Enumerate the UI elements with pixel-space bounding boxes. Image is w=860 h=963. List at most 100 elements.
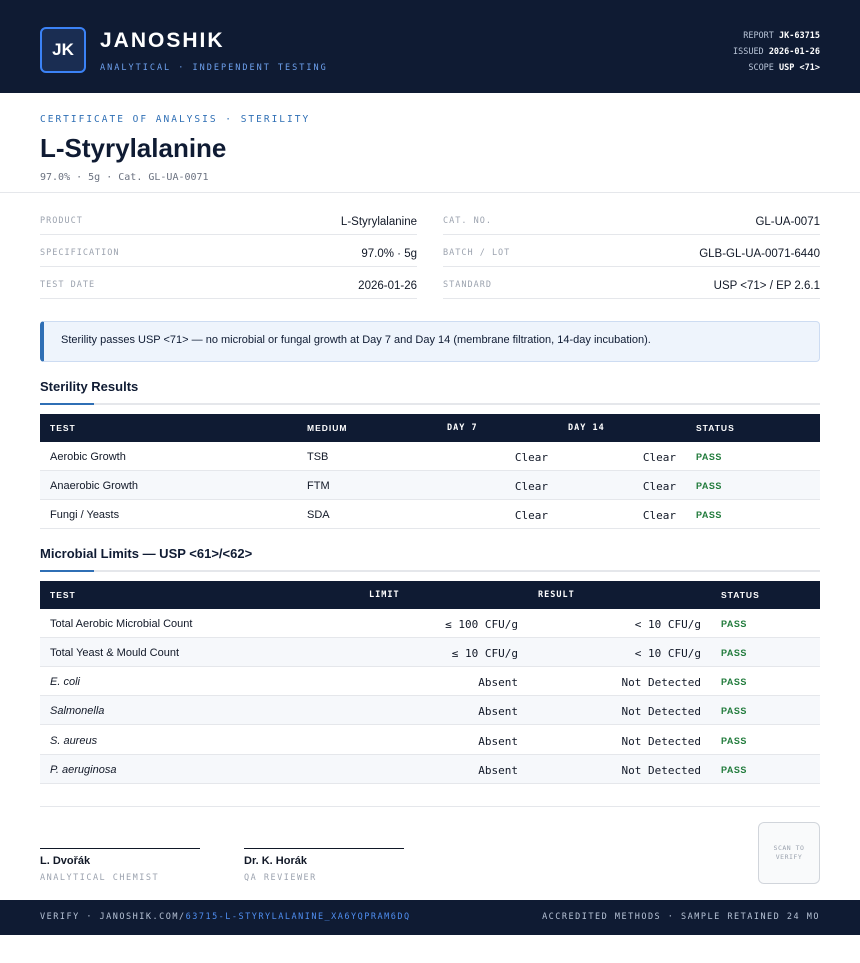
cell-day7: Clear	[514, 451, 548, 464]
verify-prefix: VERIFY · JANOSHIK.COM/	[40, 912, 186, 922]
verify-qr-code[interactable]: SCAN TO VERIFY	[758, 822, 820, 884]
scope-line: SCOPE USP <71>	[733, 60, 820, 76]
section-title-sterility: Sterility Results	[40, 379, 139, 394]
reviewer-name: Dr. K. Horák	[244, 855, 307, 867]
cell-result: Not Detected	[621, 705, 701, 718]
section-accent	[40, 570, 94, 572]
report-footer: VERIFY · JANOSHIK.COM/63715-L-STYRYLALAN…	[0, 900, 860, 935]
col-header-day7: DAY 7	[447, 423, 478, 433]
logo: JK	[40, 27, 86, 73]
table-row: Anaerobic Growth FTM Clear Clear PASS	[40, 471, 820, 500]
table-row: E. coli Absent Not Detected PASS	[40, 667, 820, 696]
col-header-result: RESULT	[538, 590, 575, 600]
cell-day14: Clear	[642, 451, 676, 464]
scope-value: USP <71>	[779, 63, 820, 73]
info-row-batch: BATCH / LOT GLB-GL-UA-0071-6440	[443, 235, 820, 267]
cell-test: Anaerobic Growth	[50, 480, 139, 492]
scope-label: SCOPE	[748, 63, 774, 73]
table-row: Salmonella Absent Not Detected PASS	[40, 696, 820, 725]
status-badge: PASS	[696, 481, 722, 491]
brand-name: JANOSHIK	[100, 29, 225, 52]
report-header: JK JANOSHIK ANALYTICAL · INDEPENDENT TES…	[0, 0, 860, 93]
info-row-standard: STANDARD USP <71> / EP 2.6.1	[443, 267, 820, 299]
footer-accreditation: ACCREDITED METHODS · SAMPLE RETAINED 24 …	[542, 912, 820, 922]
section-title-microbial: Microbial Limits — USP <61>/<62>	[40, 546, 253, 561]
info-row-product: PRODUCT L-Styrylalanine	[40, 203, 417, 235]
signature-line	[244, 848, 404, 849]
col-header-status: STATUS	[721, 590, 760, 600]
status-badge: PASS	[721, 677, 747, 687]
section-divider	[40, 403, 820, 405]
cell-test: Fungi / Yeasts	[50, 509, 120, 521]
cell-limit: Absent	[478, 764, 518, 777]
report-label: REPORT	[743, 31, 774, 41]
sterility-table-header: TEST MEDIUM DAY 7 DAY 14 STATUS	[40, 414, 820, 442]
cell-result: Not Detected	[621, 764, 701, 777]
col-header-day14: DAY 14	[568, 423, 605, 433]
col-header-limit: LIMIT	[369, 590, 400, 600]
cell-limit: ≤ 100 CFU/g	[445, 618, 518, 631]
table-row: Aerobic Growth TSB Clear Clear PASS	[40, 442, 820, 471]
cell-result: < 10 CFU/g	[634, 618, 701, 631]
cell-medium: TSB	[307, 451, 329, 463]
status-badge: PASS	[721, 706, 747, 716]
sterility-summary-note: Sterility passes USP <71> — no microbial…	[40, 321, 820, 362]
cell-test: E. coli	[50, 676, 80, 688]
status-badge: PASS	[696, 452, 722, 462]
certificate-kicker: CERTIFICATE OF ANALYSIS · STERILITY	[40, 114, 311, 125]
cell-test: Aerobic Growth	[50, 451, 126, 463]
info-label: STANDARD	[443, 280, 492, 290]
verify-link[interactable]: 63715-L-STYRYLALANINE_XA6YQPRAM6DQ	[186, 912, 411, 922]
info-value: 97.0% · 5g	[361, 248, 417, 260]
signature-line	[40, 848, 200, 849]
info-value: L-Styrylalanine	[340, 216, 417, 228]
page-title: L-Styrylalanine	[40, 133, 227, 163]
reviewer-role: QA REVIEWER	[244, 873, 317, 883]
info-label: CAT. NO.	[443, 216, 492, 226]
status-badge: PASS	[696, 510, 722, 520]
divider	[0, 192, 860, 193]
table-row: Total Aerobic Microbial Count ≤ 100 CFU/…	[40, 609, 820, 638]
info-row-cat-no: CAT. NO. GL-UA-0071	[443, 203, 820, 235]
col-header-status: STATUS	[696, 423, 735, 433]
chemist-name: L. Dvořák	[40, 855, 91, 867]
cell-limit: ≤ 10 CFU/g	[451, 647, 518, 660]
cell-limit: Absent	[478, 676, 518, 689]
info-value: GLB-GL-UA-0071-6440	[699, 248, 820, 260]
divider	[40, 806, 820, 807]
cell-day14: Clear	[642, 480, 676, 493]
table-row: Total Yeast & Mould Count ≤ 10 CFU/g < 1…	[40, 638, 820, 667]
cell-result: Not Detected	[621, 735, 701, 748]
col-header-medium: MEDIUM	[307, 423, 348, 433]
issued-line: ISSUED 2026-01-26	[733, 44, 820, 60]
cell-day7: Clear	[514, 509, 548, 522]
cell-result: Not Detected	[621, 676, 701, 689]
issued-date: 2026-01-26	[768, 47, 820, 57]
cell-test: Salmonella	[50, 705, 105, 717]
cell-test: Total Yeast & Mould Count	[50, 647, 180, 659]
cell-day14: Clear	[642, 509, 676, 522]
report-id-line: REPORT JK-63715	[733, 28, 820, 44]
col-header-test: TEST	[50, 423, 76, 433]
status-badge: PASS	[721, 648, 747, 658]
info-label: BATCH / LOT	[443, 248, 511, 258]
cell-medium: FTM	[307, 480, 330, 492]
cell-test: S. aureus	[50, 735, 98, 747]
cell-limit: Absent	[478, 705, 518, 718]
cell-test: P. aeruginosa	[50, 764, 117, 776]
info-label: SPECIFICATION	[40, 248, 120, 258]
table-row: S. aureus Absent Not Detected PASS	[40, 726, 820, 755]
table-row: P. aeruginosa Absent Not Detected PASS	[40, 755, 820, 784]
info-row-test-date: TEST DATE 2026-01-26	[40, 267, 417, 299]
verify-line: VERIFY · JANOSHIK.COM/63715-L-STYRYLALAN…	[40, 912, 411, 922]
report-id: JK-63715	[779, 31, 820, 41]
microbial-table-header: TEST LIMIT RESULT STATUS	[40, 581, 820, 609]
section-accent	[40, 403, 94, 405]
info-row-specification: SPECIFICATION 97.0% · 5g	[40, 235, 417, 267]
report-meta: REPORT JK-63715 ISSUED 2026-01-26 SCOPE …	[733, 28, 820, 76]
cell-day7: Clear	[514, 480, 548, 493]
product-subline: 97.0% · 5g · Cat. GL-UA-0071	[40, 172, 209, 183]
info-label: PRODUCT	[40, 216, 83, 226]
brand-tagline: ANALYTICAL · INDEPENDENT TESTING	[100, 63, 328, 73]
cell-result: < 10 CFU/g	[634, 647, 701, 660]
